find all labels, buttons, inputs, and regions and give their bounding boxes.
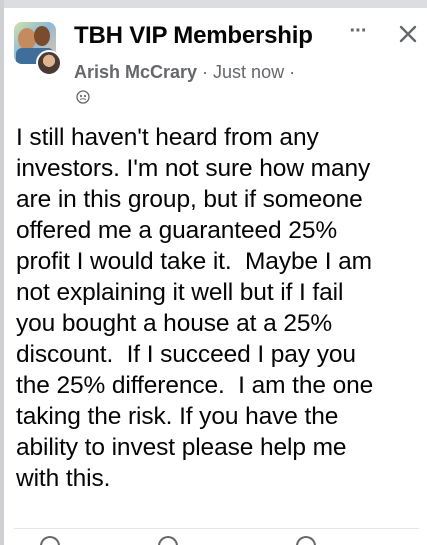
author-name[interactable]: Arish McCrary	[74, 62, 197, 82]
meta-separator: ·	[197, 62, 214, 82]
post-card: TBH VIP Membership ··· Arish McCrary · J…	[0, 0, 427, 545]
post-body: I still haven't heard from any investors…	[16, 124, 374, 492]
action-bar	[0, 536, 427, 545]
group-avatar-figure	[34, 26, 50, 46]
post-time[interactable]: Just now	[213, 62, 284, 82]
close-icon[interactable]	[396, 22, 420, 46]
left-edge	[0, 0, 4, 545]
post-meta: Arish McCrary · Just now ·	[74, 62, 295, 83]
top-edge	[0, 0, 427, 8]
share-icon[interactable]	[296, 536, 316, 545]
globe-icon[interactable]	[76, 90, 90, 104]
author-avatar[interactable]	[36, 50, 62, 76]
like-icon[interactable]	[40, 536, 60, 545]
more-icon[interactable]: ···	[345, 21, 371, 44]
group-avatar-figure	[18, 28, 36, 50]
post-header: TBH VIP Membership ··· Arish McCrary · J…	[14, 21, 420, 112]
meta-separator-trailing: ·	[284, 62, 296, 82]
comment-icon[interactable]	[158, 536, 178, 545]
group-name[interactable]: TBH VIP Membership	[74, 22, 313, 50]
action-divider	[14, 528, 419, 529]
